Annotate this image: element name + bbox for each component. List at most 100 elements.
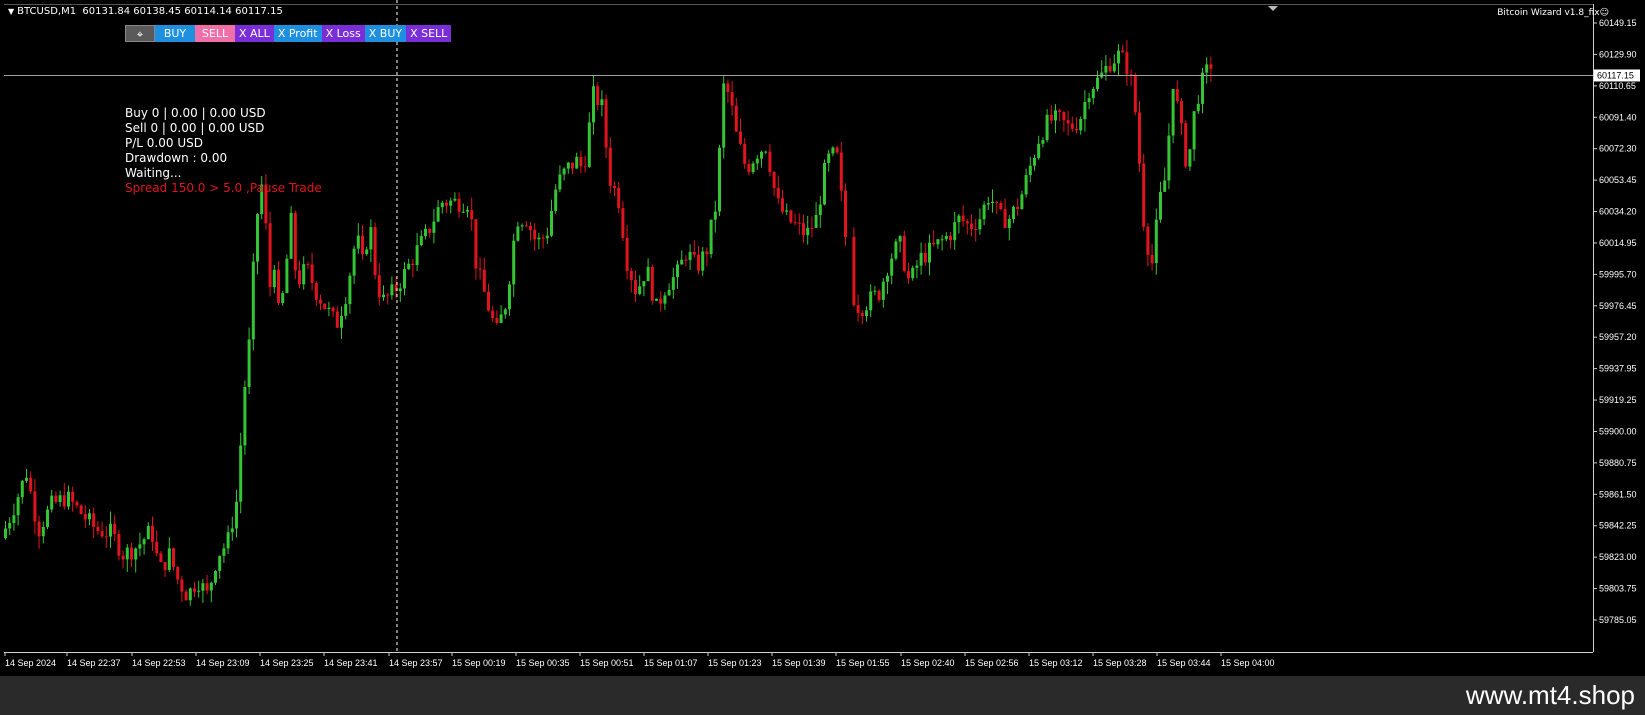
candle-body xyxy=(802,223,805,236)
close-sell-button[interactable]: X SELL xyxy=(406,25,452,42)
candle-body xyxy=(67,491,70,507)
y-tick-label: 59803.75 xyxy=(1599,584,1637,594)
candle-body xyxy=(1205,64,1209,73)
candle xyxy=(440,200,444,214)
candle-body xyxy=(831,147,835,154)
candle-body xyxy=(529,225,532,230)
candle-body xyxy=(323,303,327,309)
buy-button[interactable]: BUY xyxy=(155,25,195,42)
candle xyxy=(335,306,339,329)
candle xyxy=(776,175,780,204)
candle-body xyxy=(29,477,33,492)
candle-body xyxy=(1188,149,1192,167)
x-axis: 14 Sep 2024 14 Sep 22:37 14 Sep 22:53 14 Se… xyxy=(4,652,1275,668)
candle xyxy=(1154,208,1158,275)
close-profit-button[interactable]: X Profit xyxy=(273,25,322,42)
candle-body xyxy=(1028,165,1032,176)
candle xyxy=(222,543,226,563)
candle xyxy=(109,511,112,548)
chart-area[interactable]: 60149.15 60129.90 60110.65 60091.40 60072.30… xyxy=(0,0,1645,676)
candle xyxy=(667,283,671,296)
candle xyxy=(482,257,486,293)
candle xyxy=(495,310,499,325)
candle-body xyxy=(608,147,612,186)
candle-body xyxy=(247,339,251,387)
candle-body xyxy=(680,259,684,265)
candle xyxy=(1033,154,1036,171)
candle xyxy=(1012,205,1015,224)
candle xyxy=(386,292,390,305)
candle xyxy=(1016,198,1020,217)
candle xyxy=(701,247,705,276)
candle xyxy=(600,90,604,117)
candle-body xyxy=(533,229,537,240)
candle xyxy=(793,213,797,226)
candle xyxy=(558,165,562,193)
candle-body xyxy=(671,277,675,290)
candle-body xyxy=(1180,101,1183,124)
candle xyxy=(340,306,343,339)
candle-body xyxy=(193,588,196,592)
candle xyxy=(692,240,696,258)
candle-body xyxy=(461,211,465,213)
candle-body xyxy=(25,477,28,481)
candle xyxy=(1129,69,1133,86)
candle-body xyxy=(575,156,579,169)
candle xyxy=(1196,95,1200,114)
candle xyxy=(1121,44,1125,54)
candle-body xyxy=(810,227,814,229)
candle xyxy=(550,199,553,238)
candle-body xyxy=(550,210,553,236)
close-buy-button[interactable]: X BUY xyxy=(364,25,407,42)
candle xyxy=(579,150,583,174)
y-tick-label: 59976.45 xyxy=(1599,301,1637,311)
candle-body xyxy=(621,208,625,238)
move-panel-button[interactable]: ⌖ xyxy=(125,25,155,42)
y-tick-label: 60149.15 xyxy=(1599,18,1637,28)
candle xyxy=(676,260,679,289)
candle-body xyxy=(923,252,927,263)
chart-shift-marker[interactable] xyxy=(1268,6,1278,11)
candle-body xyxy=(167,548,171,570)
candle-body xyxy=(764,151,768,153)
candle xyxy=(1138,100,1141,172)
dropdown-triangle-icon[interactable]: ▼ xyxy=(8,7,14,16)
candle-body xyxy=(457,198,461,212)
candle-body xyxy=(151,525,154,542)
candle xyxy=(743,138,747,169)
close-loss-button[interactable]: X Loss xyxy=(321,25,365,42)
candle-body xyxy=(928,242,931,263)
candle xyxy=(583,155,587,173)
candle-body xyxy=(281,293,285,303)
candle-body xyxy=(449,200,453,206)
candle xyxy=(503,307,507,319)
close-all-button[interactable]: X ALL xyxy=(235,25,274,42)
candle xyxy=(890,253,894,285)
candle-body xyxy=(146,525,150,540)
sell-button[interactable]: SELL xyxy=(195,25,235,42)
candle xyxy=(1125,40,1129,86)
candle-body xyxy=(445,202,448,206)
candle xyxy=(247,327,251,395)
candle-body xyxy=(272,269,276,288)
candle xyxy=(1054,104,1057,134)
y-tick-label: 60110.65 xyxy=(1599,81,1636,91)
candle-body xyxy=(75,501,79,506)
candle xyxy=(1188,149,1192,172)
candle-body xyxy=(852,236,856,306)
candle xyxy=(54,491,58,504)
candle xyxy=(377,263,381,306)
y-tick-label: 60053.45 xyxy=(1599,175,1637,185)
candle xyxy=(797,213,801,235)
candle-body xyxy=(936,239,940,245)
candle xyxy=(1024,168,1028,198)
candle-body xyxy=(1146,226,1150,255)
candle xyxy=(902,230,906,273)
candle xyxy=(764,150,768,154)
candle-body xyxy=(205,583,209,591)
ea-name-label: Bitcoin Wizard v1.8_fix☺ xyxy=(1497,8,1609,18)
candle xyxy=(713,200,717,233)
candle xyxy=(680,250,684,265)
candle xyxy=(524,221,528,228)
candlestick-chart[interactable]: 60149.15 60129.90 60110.65 60091.40 60072.30… xyxy=(0,0,1645,676)
